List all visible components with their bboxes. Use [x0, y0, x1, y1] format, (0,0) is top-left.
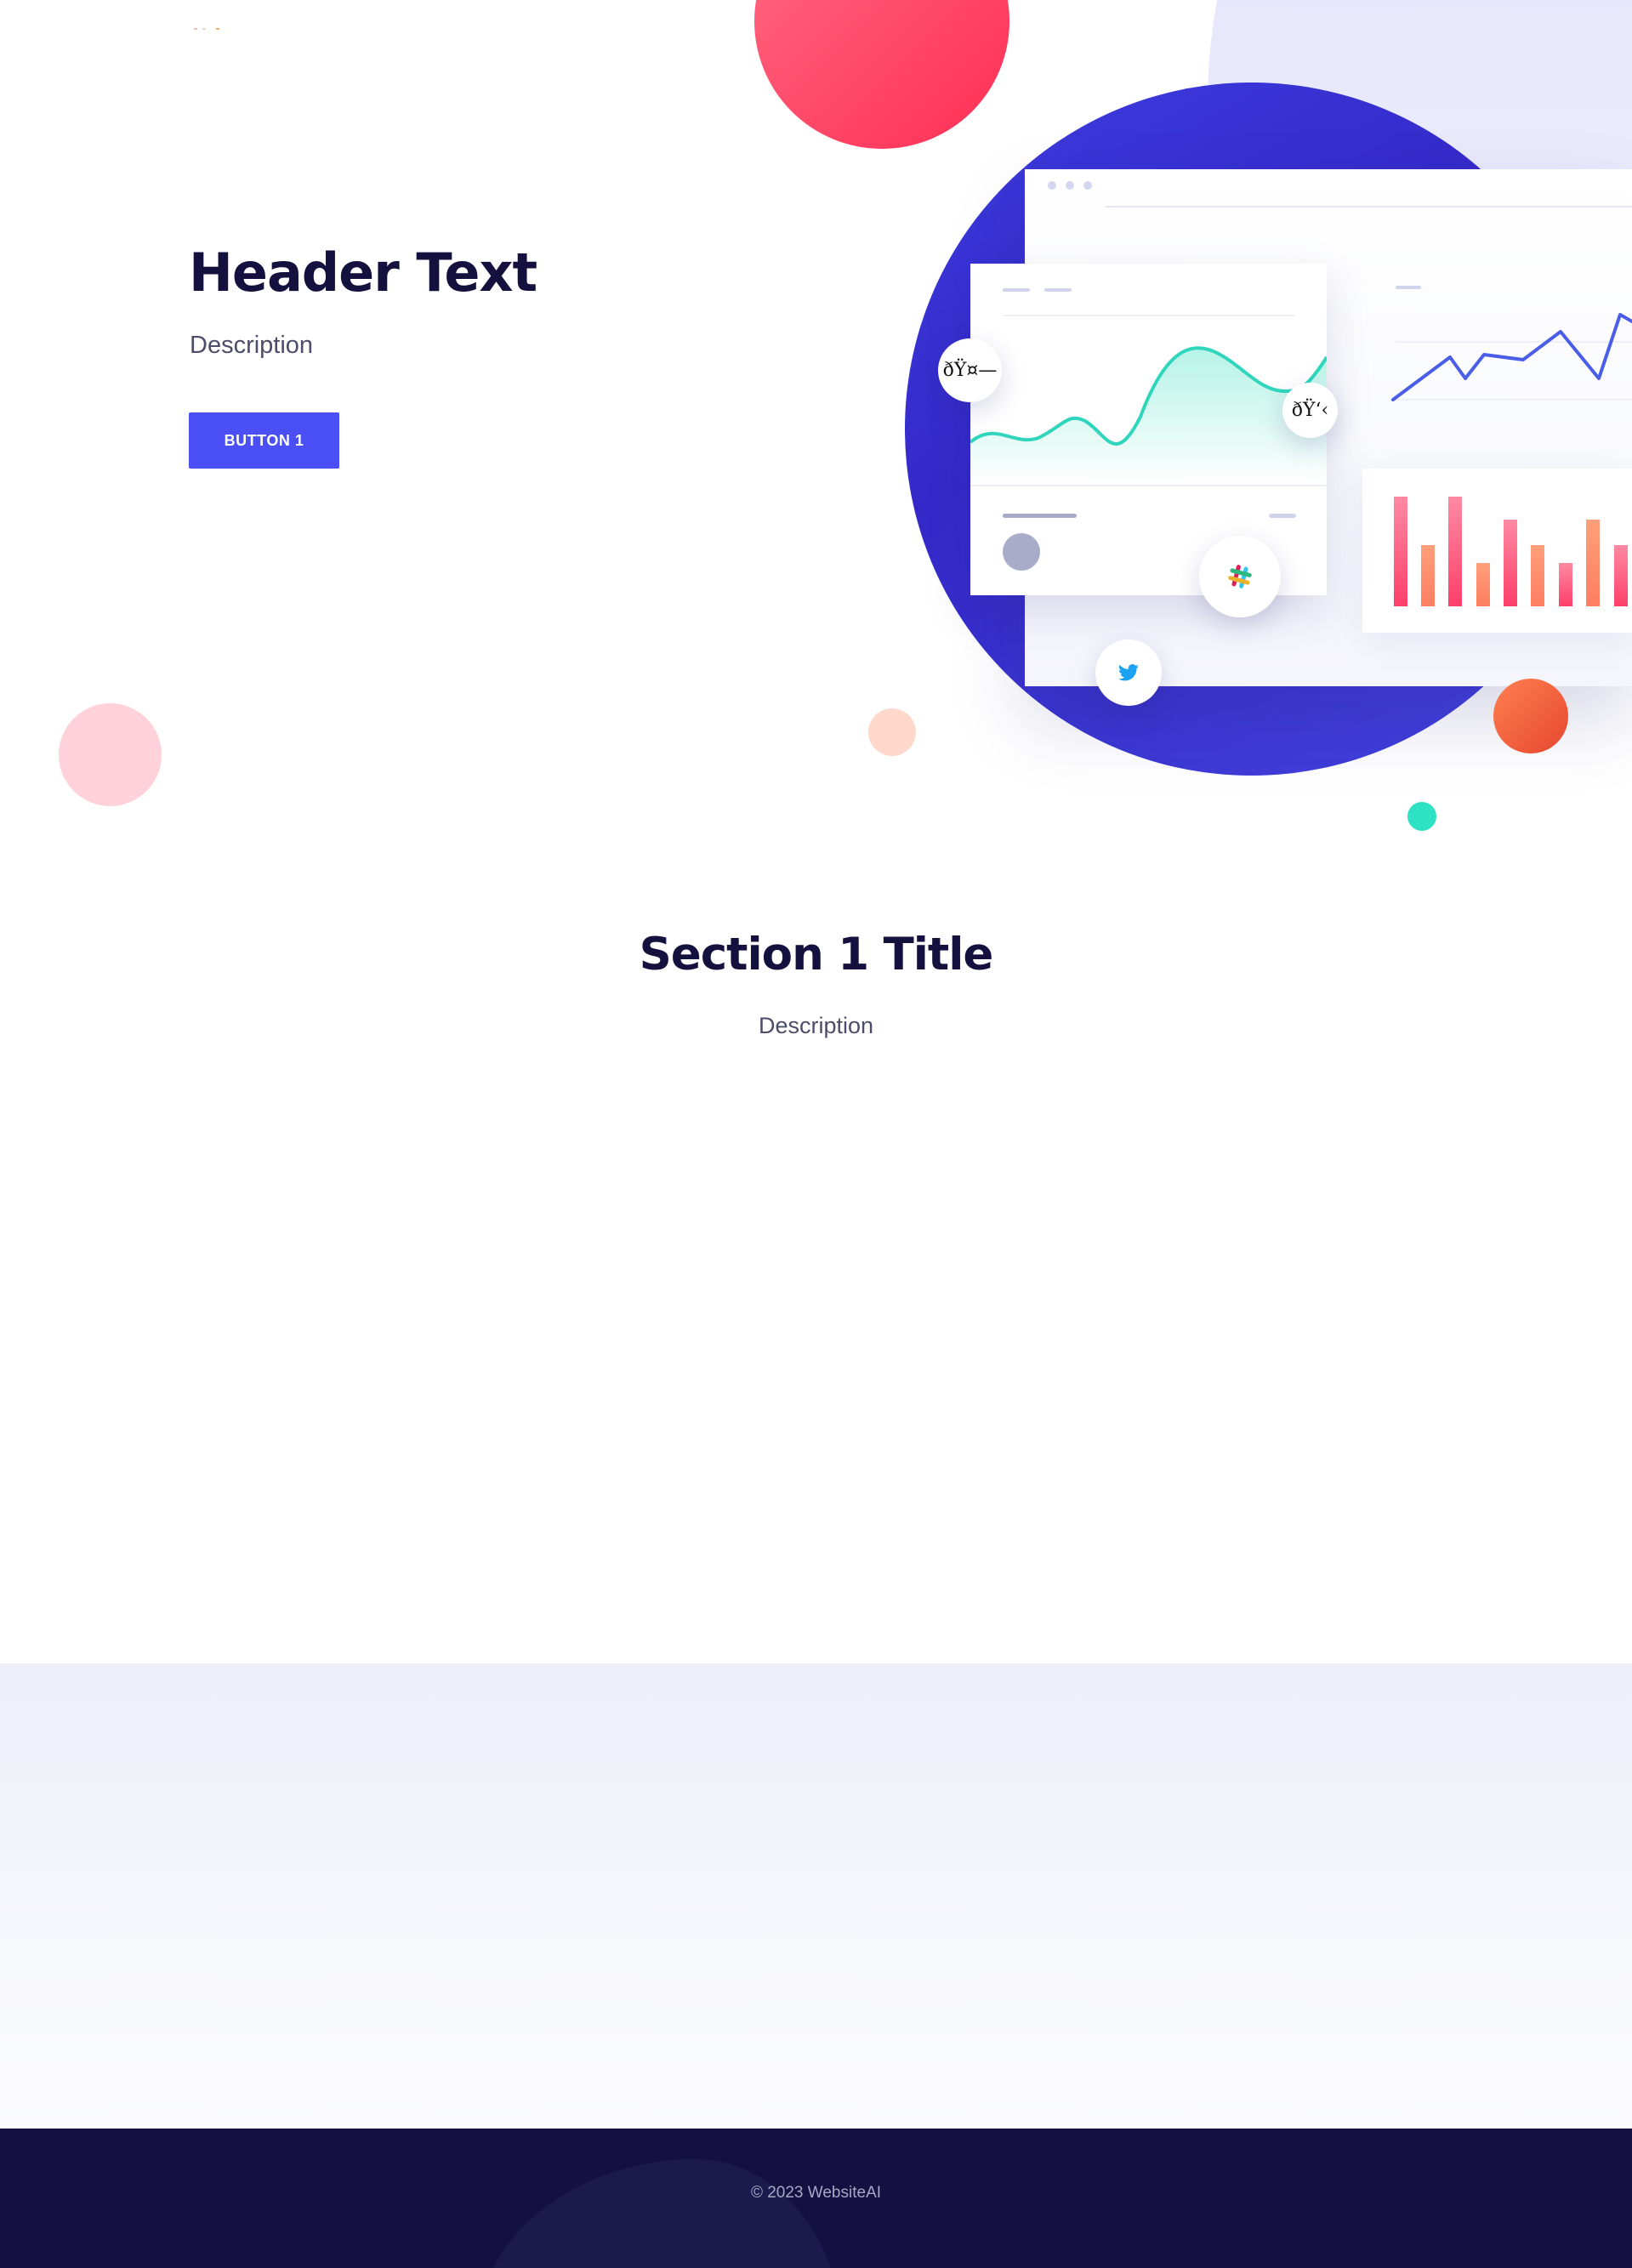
bar-chart-card [1362, 469, 1632, 633]
area-chart-graphic [969, 288, 1328, 571]
section-1-description: Description [758, 1013, 874, 1038]
emoji-bubble-text: ðŸ‘‹ [1291, 400, 1329, 421]
site-footer: © 2023 WebsiteAI [0, 2129, 1632, 2268]
emoji-bubble: ðŸ‘‹ [1282, 383, 1338, 438]
orange-circle-decoration [1493, 679, 1568, 753]
window-dot-icon [1066, 181, 1074, 190]
avatar-placeholder [1003, 533, 1040, 571]
emoji-bubble: ðŸ¤— [938, 338, 1002, 402]
blue-trend-line [1391, 313, 1632, 401]
window-divider [1106, 206, 1632, 207]
slack-bubble [1199, 536, 1281, 617]
site-logo[interactable] [194, 26, 223, 32]
window-dot-icon [1048, 181, 1056, 190]
window-dot-icon [1083, 181, 1092, 190]
slack-icon [1228, 565, 1252, 588]
placeholder-bar [1396, 286, 1421, 289]
area-chart-card [969, 264, 1328, 595]
page: Header Text Description BUTTON 1 ðŸ¤— ðŸ… [0, 0, 1632, 2268]
light-gradient-band [0, 1663, 1632, 2129]
footer-decorative-shape [476, 2159, 842, 2268]
pink-circle-decoration [59, 703, 162, 806]
line-chart-card [1365, 264, 1632, 425]
twitter-bubble [1095, 639, 1162, 706]
hero-title: Header Text [189, 242, 537, 304]
hero-description: Description [190, 332, 314, 359]
teal-dot-decoration [1407, 802, 1436, 831]
peach-circle-decoration [868, 708, 916, 756]
twitter-icon [1118, 664, 1139, 681]
emoji-bubble-text: ðŸ¤— [942, 360, 998, 381]
section-1-title: Section 1 Title [639, 929, 994, 981]
red-circle-decoration [754, 0, 1009, 149]
line-chart-graphic [1391, 286, 1632, 401]
hero-primary-button[interactable]: BUTTON 1 [189, 412, 339, 469]
bar-chart-graphic [1394, 497, 1628, 606]
footer-copyright: © 2023 WebsiteAI [750, 2184, 882, 2202]
